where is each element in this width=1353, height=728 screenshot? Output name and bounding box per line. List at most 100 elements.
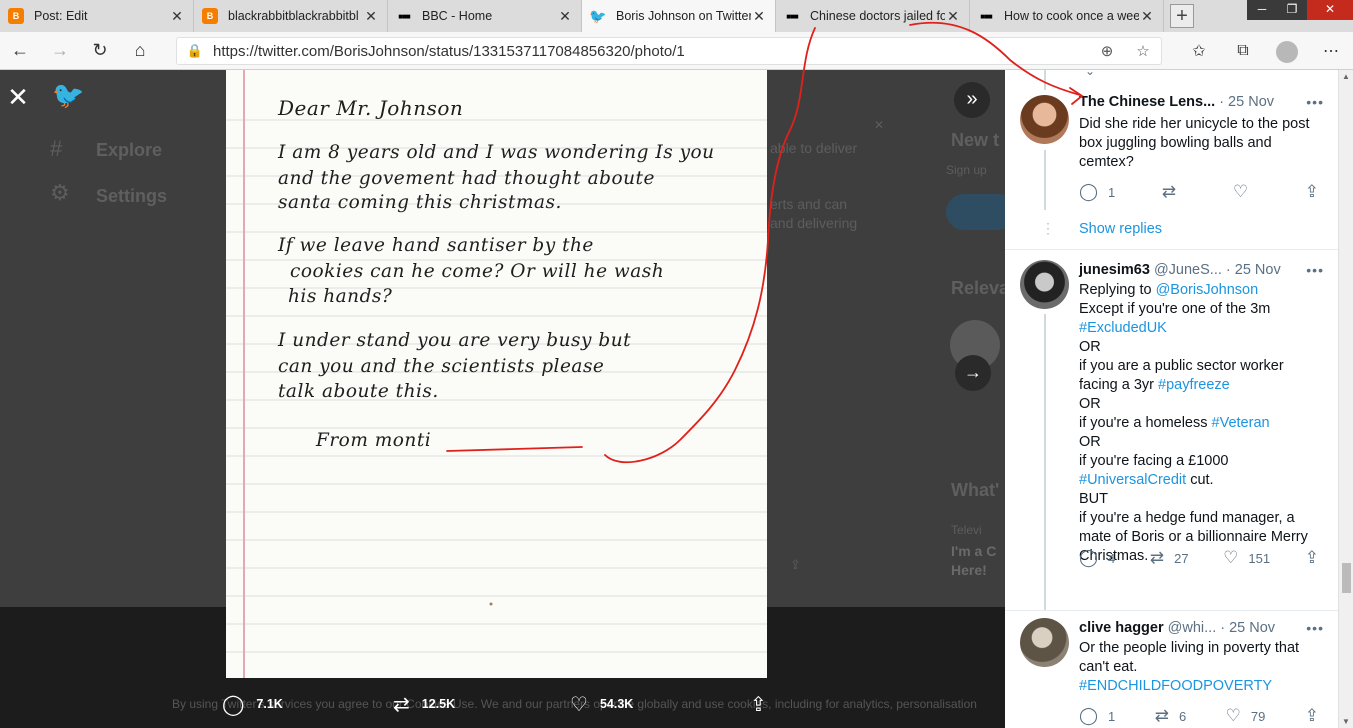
favorites-icon[interactable]: ✩ [1177,41,1221,61]
author-name[interactable]: The Chinese Lens... [1079,94,1215,110]
close-tab-icon[interactable]: ✕ [945,8,961,25]
tweet-line: mate of Boris or a billionnaire Merry [1079,529,1308,545]
author-handle[interactable]: @whi... [1168,620,1217,636]
reply-icon: ◯ [1079,548,1099,567]
close-tab-icon[interactable]: ✕ [751,8,767,25]
author-name[interactable]: clive hagger [1079,620,1164,636]
close-tab-icon[interactable]: ✕ [169,8,185,25]
close-viewer-icon[interactable]: ✕ [2,82,34,114]
address-bar[interactable]: 🔒 https://twitter.com/BorisJohnson/statu… [176,37,1162,65]
tab-chinese-doctors[interactable]: ■■■ Chinese doctors jailed fo ✕ [776,0,970,32]
tab-blackrabbit[interactable]: B blackrabbitblackrabbitbl ✕ [194,0,388,32]
photo-stats-bar: ◯ 7.1K ⇄ 12.5K ♡ 54.3K ⇪ [0,680,1005,728]
close-window-icon[interactable]: ✕ [1307,0,1353,20]
tweet-date[interactable]: · 25 Nov [1226,262,1281,278]
next-photo-icon[interactable]: → [955,355,991,391]
collections-icon[interactable]: ⧉ [1221,42,1265,60]
letter-line: I am 8 years old and I was wondering Is … [278,142,715,163]
close-tab-icon[interactable]: ✕ [363,8,379,25]
hashtag-link[interactable]: #payfreeze [1158,377,1230,393]
hashtag-link[interactable]: #ExcludedUK [1079,319,1329,338]
close-tab-icon[interactable]: ✕ [1139,8,1155,25]
hashtag-link[interactable]: #Veteran [1212,415,1270,431]
back-icon[interactable]: ← [0,40,40,61]
retweet-button[interactable]: ⇄ 27 [1150,548,1189,568]
share-button[interactable]: ⇪ [1305,706,1329,726]
tweet-date[interactable]: · 25 Nov [1220,620,1275,636]
share-button[interactable]: ⇪ [1305,548,1329,568]
reply-button[interactable]: ◯ 1 [1079,182,1115,202]
like-button[interactable]: ♡ [1233,182,1258,202]
maximize-icon[interactable]: ❐ [1277,0,1307,20]
heart-icon: ♡ [1232,182,1249,201]
refresh-icon[interactable]: ↻ [80,40,120,61]
tab-how-to-cook[interactable]: ■■■ How to cook once a wee ✕ [970,0,1164,32]
reply-tweet[interactable]: junesim63 @JuneS... · 25 Nov ••• Replyin… [1005,250,1338,610]
add-icon[interactable]: ⊕ [1089,42,1125,60]
tab-title: blackrabbitblackrabbitbl [228,9,359,23]
like-button[interactable]: ♡ 151 [1223,548,1270,568]
nav-settings: Settings [96,186,168,206]
bbc-icon: ■■■ [980,11,993,21]
mention-link[interactable]: @BorisJohnson [1156,282,1259,298]
reply-count: 7.1K [256,697,283,711]
like-stat[interactable]: ♡ 54.3K [570,692,633,717]
minimize-icon[interactable]: ─ [1247,0,1277,20]
bbc-icon: ■■■ [786,11,799,21]
tweet-text: Or the people living in poverty that can… [1079,639,1329,696]
more-icon[interactable]: ••• [1306,620,1324,636]
like-button[interactable]: ♡ 79 [1226,706,1266,726]
avatar[interactable] [1020,95,1069,144]
tab-title: Boris Johnson on Twitter [616,9,751,23]
url-text[interactable]: https://twitter.com/BorisJohnson/status/… [213,43,1089,60]
tab-title: Chinese doctors jailed fo [810,9,945,23]
letter-line: santa coming this christmas. [278,192,562,213]
reply-button[interactable]: ◯ 4 [1079,548,1115,568]
avatar[interactable] [1020,618,1069,667]
share-button[interactable]: ⇪ [1305,182,1329,202]
share-stat[interactable]: ⇪ [750,692,779,717]
letter-line: his hands? [288,286,393,307]
reply-tweet[interactable]: clive hagger @whi... · 25 Nov ••• Or the… [1005,610,1338,728]
new-tab-button[interactable]: + [1170,4,1194,28]
tab-bbc-home[interactable]: ■■■ BBC - Home ✕ [388,0,582,32]
favorite-star-icon[interactable]: ☆ [1125,42,1161,60]
more-icon[interactable]: ••• [1306,94,1324,110]
more-icon[interactable]: ••• [1306,262,1324,278]
forward-icon[interactable]: → [40,40,80,61]
tweet-date[interactable]: · 25 Nov [1219,94,1274,110]
author-handle[interactable]: @JuneS... [1154,262,1222,278]
more-menu-icon[interactable]: ⋯ [1309,41,1353,61]
hashtag-link[interactable]: #UniversalCredit [1079,472,1186,488]
reply-count: 4 [1108,550,1116,566]
tab-boris-twitter[interactable]: 🐦 Boris Johnson on Twitter ✕ [582,0,776,32]
window-controls: ─ ❐ ✕ [1247,0,1353,20]
expand-icon[interactable]: » [954,82,990,118]
twitter-logo-icon: 🐦 [52,80,85,110]
tweet-line: if you are a public sector worker [1079,358,1284,374]
tab-title: Post: Edit [34,9,88,23]
show-replies-link[interactable]: Show replies [1079,221,1162,237]
avatar[interactable] [1020,260,1069,309]
scroll-down-icon[interactable]: ▼ [1342,717,1350,726]
lock-icon[interactable]: 🔒 [177,43,213,59]
hashtag-icon: # [50,136,63,161]
scrollbar-thumb[interactable] [1342,563,1351,593]
close-tab-icon[interactable]: ✕ [557,8,573,25]
profile-icon[interactable] [1265,35,1309,68]
retweet-button[interactable]: ⇄ 6 [1155,706,1186,726]
scrollbar[interactable]: ▲ ▼ [1338,70,1353,728]
scroll-up-icon[interactable]: ▲ [1342,72,1350,81]
home-icon[interactable]: ⌂ [120,40,160,61]
retweet-stat[interactable]: ⇄ 12.5K [393,692,455,717]
hashtag-link[interactable]: #ENDCHILDFOODPOVERTY [1079,677,1329,696]
retweet-button[interactable]: ⇄ [1162,182,1186,202]
author-name[interactable]: junesim63 [1079,262,1150,278]
letter-line: cookies can he come? Or will he wash [290,261,665,282]
reply-stat[interactable]: ◯ 7.1K [222,692,283,717]
tab-post-edit[interactable]: B Post: Edit ✕ [0,0,194,32]
reply-button[interactable]: ◯ 1 [1079,706,1115,726]
bg-signup-button [946,194,1005,230]
share-icon: ⇪ [750,693,767,716]
tweet-line: facing a 3yr [1079,377,1158,393]
